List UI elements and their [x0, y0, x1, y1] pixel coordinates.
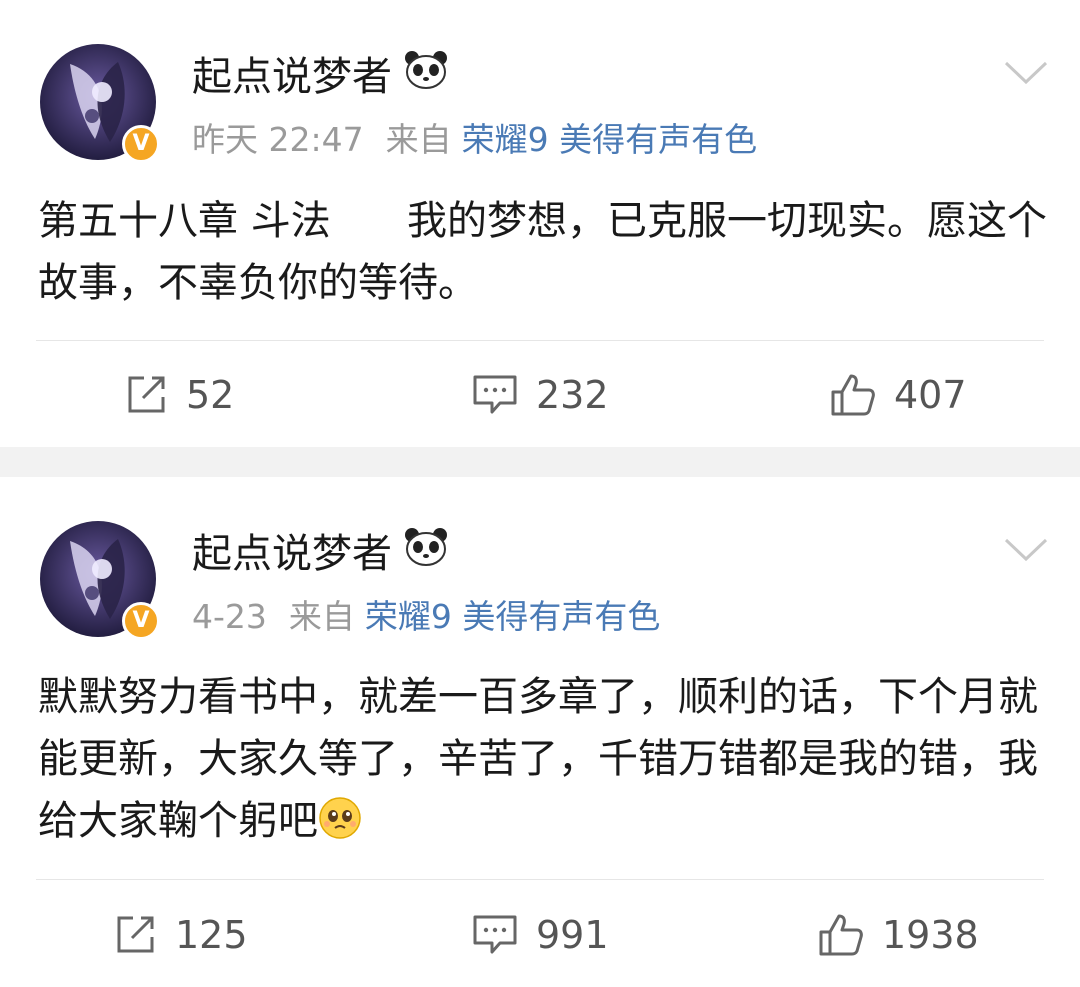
thumbs-up-icon [819, 914, 863, 956]
post-content[interactable]: 第五十八章 斗法 我的梦想，已克服一切现实。愿这个故事，不辜负你的等待。 [38, 190, 1050, 314]
weibo-feed: V 起点说梦者 昨天 22:47 来自 荣耀9 美得有声有色 第五十八章 斗法 我的… [0, 0, 1080, 987]
share-button[interactable]: 52 [124, 365, 234, 425]
post-meta: 4-23 来自 荣耀9 美得有声有色 [192, 595, 660, 639]
comment-button[interactable]: 991 [472, 905, 609, 965]
panda-emoji-icon [404, 50, 448, 102]
username[interactable]: 起点说梦者 [192, 54, 392, 100]
pleading-face-emoji-icon [318, 796, 362, 858]
divider [36, 340, 1044, 341]
verified-badge-icon: V [122, 125, 160, 163]
share-button[interactable]: 125 [113, 905, 248, 965]
share-count: 125 [175, 913, 248, 957]
post-content-text: 默默努力看书中，就差一百多章了，顺利的话，下个月就能更新，大家久等了，辛苦了，千… [38, 674, 1038, 844]
share-icon [117, 916, 154, 953]
post-time: 4-23 [192, 597, 267, 636]
action-bar: 125 991 1938 [0, 905, 1080, 965]
comment-count: 991 [536, 913, 609, 957]
share-icon [128, 376, 165, 413]
comment-icon [473, 915, 517, 954]
chevron-down-icon[interactable] [1004, 537, 1048, 563]
share-count: 52 [186, 373, 235, 417]
post-card[interactable]: V 起点说梦者 4-23 来自 荣耀9 美得有声有色 默默努力看书中，就差一百多章了… [0, 477, 1080, 987]
panda-emoji-icon [404, 527, 448, 579]
post-time: 昨天 22:47 [192, 120, 364, 159]
device-link[interactable]: 荣耀9 美得有声有色 [365, 597, 661, 636]
username[interactable]: 起点说梦者 [192, 531, 392, 577]
comment-icon [473, 375, 517, 414]
divider [36, 879, 1044, 880]
chevron-down-icon[interactable] [1004, 60, 1048, 86]
post-card[interactable]: V 起点说梦者 昨天 22:47 来自 荣耀9 美得有声有色 第五十八章 斗法 我的… [0, 0, 1080, 447]
post-content[interactable]: 默默努力看书中，就差一百多章了，顺利的话，下个月就能更新，大家久等了，辛苦了，千… [38, 666, 1050, 858]
device-link[interactable]: 荣耀9 美得有声有色 [462, 120, 758, 159]
like-button[interactable]: 407 [830, 365, 967, 425]
like-count: 1938 [882, 913, 979, 957]
source-label: 来自 [288, 597, 355, 636]
action-bar: 52 232 407 [0, 365, 1080, 425]
source-label: 来自 [385, 120, 452, 159]
post-meta: 昨天 22:47 来自 荣耀9 美得有声有色 [192, 118, 757, 162]
like-count: 407 [894, 373, 967, 417]
thumbs-up-icon [831, 374, 875, 416]
comment-button[interactable]: 232 [472, 365, 609, 425]
verified-badge-icon: V [122, 602, 160, 640]
like-button[interactable]: 1938 [818, 905, 979, 965]
comment-count: 232 [536, 373, 609, 417]
